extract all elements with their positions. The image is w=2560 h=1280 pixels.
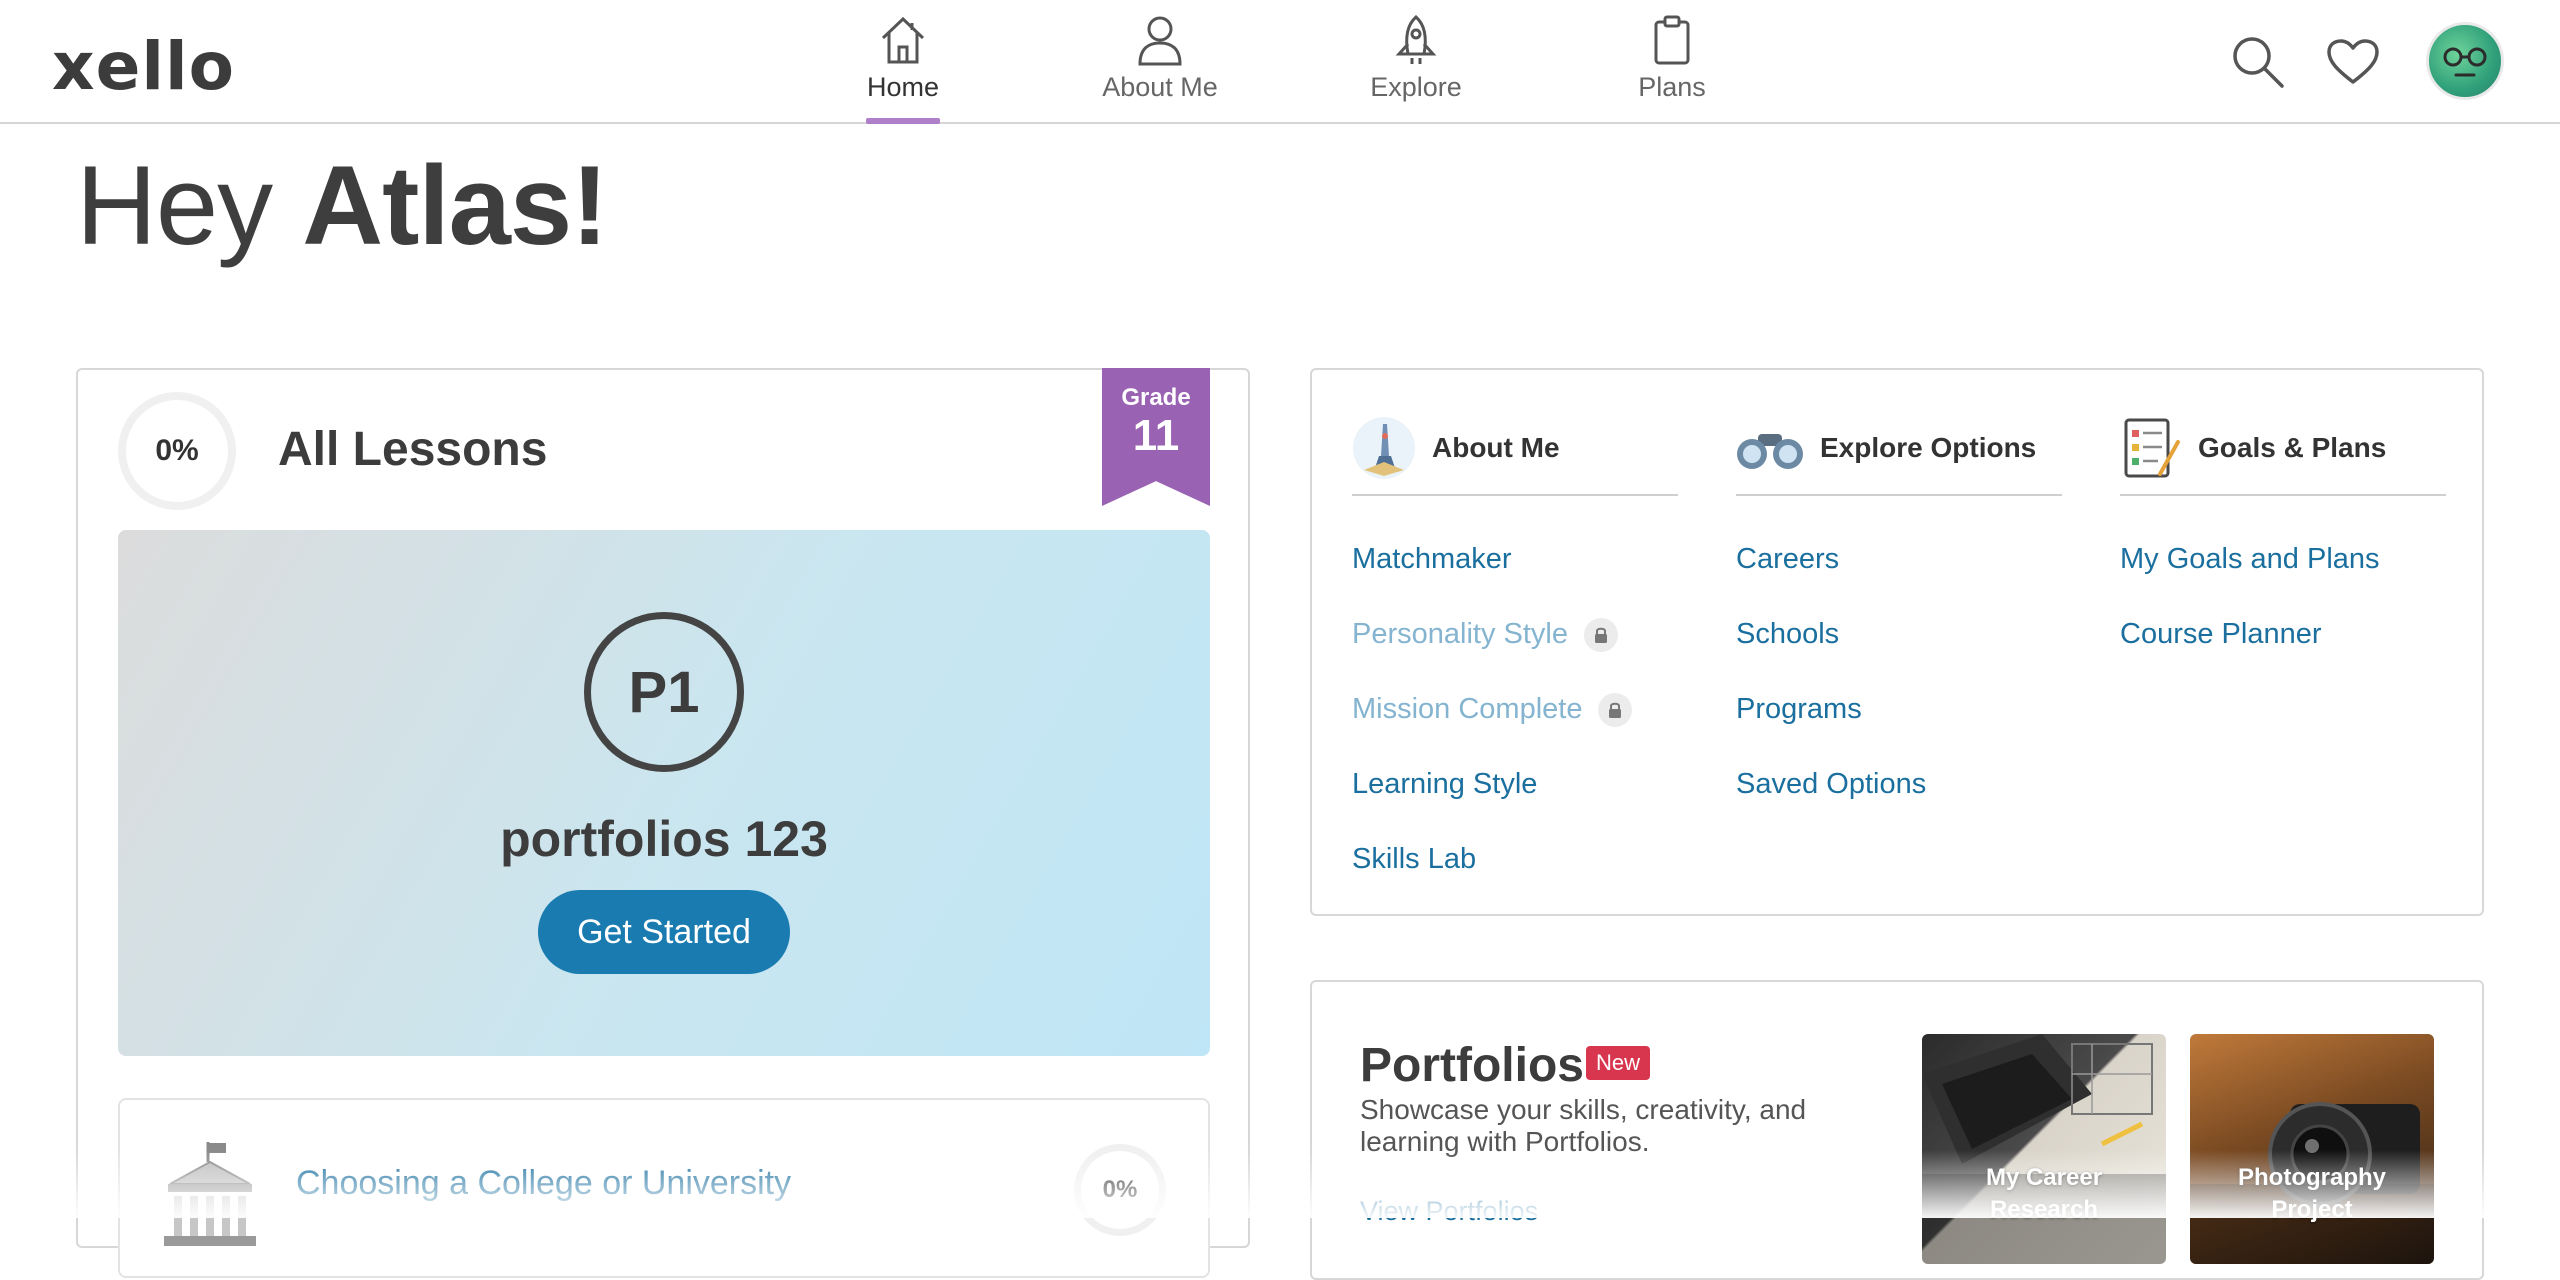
- nav-home-label: Home: [866, 72, 940, 102]
- user-avatar[interactable]: [2426, 22, 2504, 100]
- tile-label-line1: My Career: [1985, 1164, 2103, 1191]
- link-learning-style[interactable]: Learning Style: [1352, 747, 1678, 822]
- link-personality-style[interactable]: Personality Style: [1352, 597, 1678, 672]
- link-label: Learning Style: [1352, 768, 1538, 800]
- tile-label-line1: Photography: [2238, 1164, 2386, 1191]
- about-me-links: Matchmaker Personality Style Mission Com…: [1352, 522, 1678, 897]
- rocket-icon: [1395, 14, 1437, 64]
- nav-about-me[interactable]: About Me: [1080, 14, 1240, 122]
- lock-icon: [1598, 692, 1633, 727]
- home-icon: [881, 16, 925, 64]
- explore-options-links: Careers Schools Programs Saved Options: [1736, 522, 2062, 822]
- checklist-icon: [2124, 418, 2180, 478]
- nav-home[interactable]: Home: [823, 14, 983, 122]
- link-skills-lab[interactable]: Skills Lab: [1352, 822, 1678, 897]
- nav-plans-label: Plans: [1638, 72, 1706, 102]
- greeting-name: Atlas!: [302, 143, 608, 268]
- link-programs[interactable]: Programs: [1736, 672, 2062, 747]
- tile-label-career-research: My Career Research: [1922, 1162, 2166, 1226]
- quick-links-card: About Me Matchmaker Personality Style Mi…: [1310, 368, 2484, 916]
- portfolios-card: Portfolios New Showcase your skills, cre…: [1310, 980, 2484, 1280]
- goals-plans-header: Goals & Plans: [2120, 412, 2446, 496]
- explore-options-title: Explore Options: [1820, 432, 2037, 463]
- link-label: Personality Style: [1352, 618, 1568, 650]
- search-button[interactable]: [2230, 34, 2286, 95]
- goals-plans-column: Goals & Plans My Goals and Plans Course …: [2120, 412, 2446, 672]
- lessons-title: All Lessons: [278, 423, 548, 476]
- link-label: Programs: [1736, 693, 1862, 725]
- laptop-blueprint-image: [1922, 1034, 2166, 1264]
- about-me-title: About Me: [1432, 432, 1560, 463]
- featured-lesson-title: portfolios 123: [500, 811, 828, 867]
- link-label: Saved Options: [1736, 768, 1927, 800]
- link-course-planner[interactable]: Course Planner: [2120, 597, 2446, 672]
- portfolio-tile-photography-project[interactable]: Photography Project: [2190, 1034, 2434, 1264]
- grade-label: Grade: [1121, 384, 1191, 411]
- about-me-column: About Me Matchmaker Personality Style Mi…: [1352, 412, 1678, 897]
- nav-plans[interactable]: Plans: [1592, 14, 1752, 122]
- portfolios-title: Portfolios: [1360, 1039, 1584, 1092]
- tile-label-line2: Project: [2271, 1196, 2353, 1223]
- nav-explore[interactable]: Explore: [1336, 14, 1496, 122]
- nav-about-me-label: About Me: [1102, 72, 1218, 102]
- explore-options-column: Explore Options Careers Schools Programs…: [1736, 412, 2062, 822]
- link-label: Schools: [1736, 618, 1840, 650]
- camera-image: [2190, 1102, 2434, 1264]
- view-portfolios-link[interactable]: View Portfolios: [1360, 1196, 1538, 1227]
- explore-options-header: Explore Options: [1736, 412, 2062, 496]
- lesson-badge-text: P1: [628, 659, 700, 725]
- get-started-button[interactable]: Get Started: [538, 890, 790, 974]
- goals-plans-title: Goals & Plans: [2198, 432, 2387, 463]
- link-label: Matchmaker: [1352, 543, 1512, 575]
- link-my-goals-and-plans[interactable]: My Goals and Plans: [2120, 522, 2446, 597]
- new-badge: New: [1586, 1046, 1651, 1080]
- search-icon: [2233, 37, 2284, 88]
- link-label: Course Planner: [2120, 618, 2322, 650]
- link-label: My Goals and Plans: [2120, 543, 2380, 575]
- about-me-icon: [1353, 417, 1415, 479]
- link-matchmaker[interactable]: Matchmaker: [1352, 522, 1678, 597]
- featured-lesson-panel[interactable]: P1 portfolios 123 Get Started: [118, 530, 1210, 1056]
- binoculars-icon: [1737, 434, 1803, 469]
- grade-ribbon: Grade 11: [1102, 368, 1210, 506]
- nav-explore-label: Explore: [1370, 72, 1462, 102]
- lesson-badge: P1: [584, 612, 744, 772]
- lesson-title-link[interactable]: Choosing a College or University: [296, 1164, 791, 1203]
- avatar-face-icon: [2443, 47, 2487, 77]
- greeting-heading: Hey Atlas!: [76, 150, 608, 262]
- active-nav-indicator: [866, 118, 940, 124]
- clipboard-icon: [1654, 15, 1690, 65]
- portfolio-tile-career-research[interactable]: My Career Research: [1922, 1034, 2166, 1264]
- link-label: Skills Lab: [1352, 843, 1477, 875]
- lesson-list-item[interactable]: Choosing a College or University 0%: [118, 1098, 1210, 1278]
- tile-label-photography-project: Photography Project: [2190, 1162, 2434, 1226]
- lesson-progress-value: 0%: [1102, 1176, 1138, 1203]
- portfolios-description: Showcase your skills, creativity, and le…: [1360, 1094, 1807, 1157]
- lessons-progress-ring: 0%: [118, 392, 236, 510]
- tile-label-line2: Research: [1989, 1196, 2099, 1223]
- logo-text: xello: [52, 28, 235, 105]
- link-careers[interactable]: Careers: [1736, 522, 2062, 597]
- favorites-button[interactable]: [2326, 38, 2380, 91]
- college-building-icon: [164, 1142, 256, 1246]
- top-nav-bar: xello Home About Me Explore Plans: [0, 0, 2560, 124]
- link-schools[interactable]: Schools: [1736, 597, 2062, 672]
- link-label: Careers: [1736, 543, 1840, 575]
- xello-logo[interactable]: xello: [52, 28, 235, 105]
- about-me-header: About Me: [1352, 412, 1678, 496]
- lesson-progress-ring: 0%: [1074, 1144, 1166, 1236]
- greeting-prefix: Hey: [76, 143, 303, 268]
- link-mission-complete[interactable]: Mission Complete: [1352, 672, 1678, 747]
- link-saved-options[interactable]: Saved Options: [1736, 747, 2062, 822]
- lessons-card: 0% All Lessons Grade 11 P1 portfolios 12…: [76, 368, 1250, 1278]
- grade-number: 11: [1132, 411, 1180, 460]
- lock-icon: [1584, 617, 1618, 652]
- heart-icon: [2327, 39, 2379, 84]
- person-icon: [1138, 16, 1182, 66]
- goals-plans-links: My Goals and Plans Course Planner: [2120, 522, 2446, 672]
- lessons-progress-value: 0%: [155, 434, 199, 467]
- link-label: Mission Complete: [1352, 693, 1583, 725]
